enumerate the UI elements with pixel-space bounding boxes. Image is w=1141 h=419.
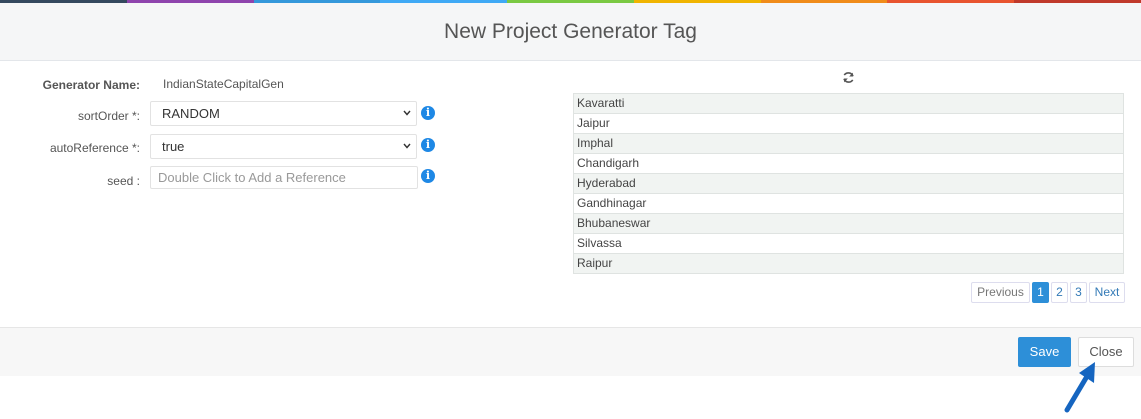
table-row: Imphal <box>573 134 1124 154</box>
info-icon[interactable]: i <box>421 138 435 152</box>
sort-order-select[interactable]: RANDOM <box>150 101 417 126</box>
pagination-page-3[interactable]: 3 <box>1070 282 1087 303</box>
info-icon[interactable]: i <box>421 169 435 183</box>
table-row: Kavaratti <box>573 94 1124 114</box>
auto-reference-value: true <box>162 139 185 154</box>
table-row: Jaipur <box>573 114 1124 134</box>
info-icon[interactable]: i <box>421 106 435 120</box>
annotation-arrow-icon <box>1064 362 1095 413</box>
table-row: Gandhinagar <box>573 194 1124 214</box>
chevron-down-icon <box>403 143 411 149</box>
sort-order-label: sortOrder *: <box>77 109 140 123</box>
pagination-page-2[interactable]: 2 <box>1051 282 1068 303</box>
table-row: Hyderabad <box>573 174 1124 194</box>
auto-reference-label: autoReference *: <box>49 141 140 155</box>
modal-header: New Project Generator Tag <box>0 3 1141 61</box>
table-row: Bhubaneswar <box>573 214 1124 234</box>
refresh-icon[interactable] <box>842 71 855 84</box>
seed-label: seed : <box>107 174 140 188</box>
auto-reference-select[interactable]: true <box>150 134 417 159</box>
pagination-next[interactable]: Next <box>1089 282 1125 303</box>
preview-table: Kavaratti Jaipur Imphal Chandigarh Hyder… <box>573 93 1124 274</box>
pagination: Previous 1 2 3 Next <box>969 282 1125 303</box>
modal-footer <box>0 327 1141 376</box>
modal-title: New Project Generator Tag <box>444 20 697 43</box>
table-row: Raipur <box>573 254 1124 274</box>
pagination-previous[interactable]: Previous <box>971 282 1030 303</box>
sort-order-value: RANDOM <box>162 106 220 121</box>
table-row: Silvassa <box>573 234 1124 254</box>
seed-input[interactable]: Double Click to Add a Reference <box>150 166 418 189</box>
chevron-down-icon <box>403 110 411 116</box>
generator-name-label: Generator Name: <box>42 78 140 92</box>
table-row: Chandigarh <box>573 154 1124 174</box>
pagination-page-1[interactable]: 1 <box>1032 282 1049 303</box>
generator-name-value: IndianStateCapitalGen <box>163 77 284 91</box>
